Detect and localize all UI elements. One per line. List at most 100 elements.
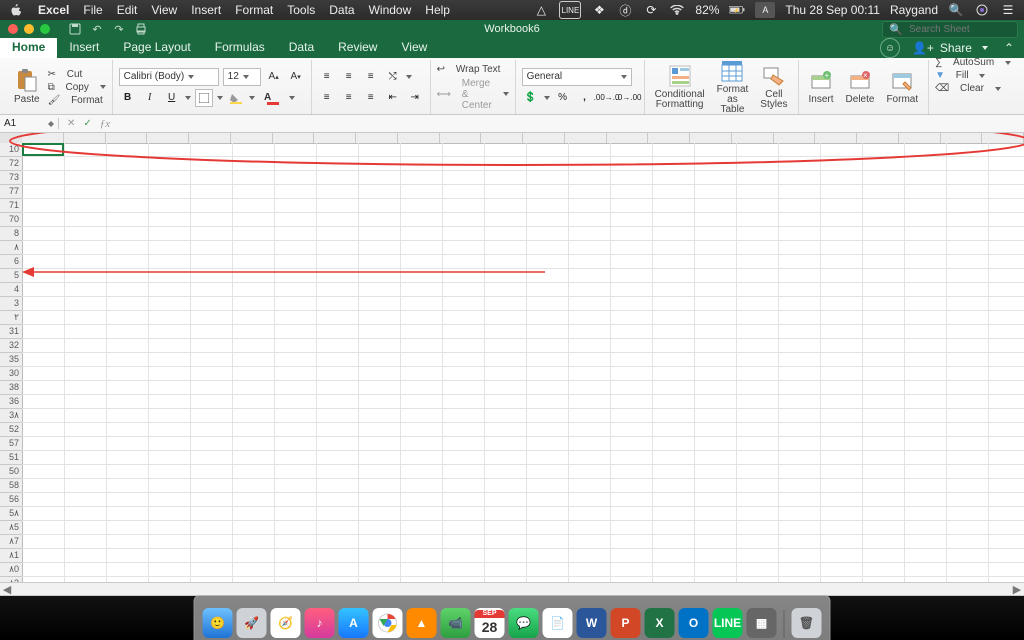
format-as-table-button[interactable]: Format as Table bbox=[713, 57, 753, 117]
currency-button[interactable]: 💲 bbox=[522, 89, 540, 107]
fx-icon[interactable]: ƒx bbox=[100, 118, 110, 130]
italic-button[interactable]: I bbox=[141, 89, 159, 107]
align-right-button[interactable]: ≡ bbox=[362, 89, 380, 107]
wifi-icon[interactable] bbox=[669, 2, 685, 18]
increase-decimal-button[interactable]: .00→.0 bbox=[598, 89, 616, 107]
search-sheet-box[interactable]: 🔍 bbox=[882, 21, 1018, 38]
border-caret[interactable] bbox=[217, 96, 223, 100]
dock-powerpoint[interactable]: P bbox=[611, 608, 641, 638]
share-button[interactable]: Share bbox=[940, 41, 972, 55]
clear-button[interactable]: ⌫ Clear bbox=[935, 83, 1011, 94]
bold-button[interactable]: B bbox=[119, 89, 137, 107]
dock-calendar[interactable]: SEP28 bbox=[475, 608, 505, 638]
autosum-button[interactable]: ∑ AutoSum bbox=[935, 57, 1011, 68]
font-size-dropdown[interactable]: 12 bbox=[223, 68, 261, 86]
tab-view[interactable]: View bbox=[389, 37, 439, 58]
menu-format[interactable]: Format bbox=[235, 3, 273, 17]
align-left-button[interactable]: ≡ bbox=[318, 89, 336, 107]
dock-finder[interactable]: 🙂 bbox=[203, 608, 233, 638]
lang-icon[interactable]: A bbox=[755, 2, 775, 18]
dock-itunes[interactable]: ♪ bbox=[305, 608, 335, 638]
scroll-right-icon[interactable]: ▶ bbox=[1010, 583, 1024, 596]
orientation-button[interactable]: ⤭ bbox=[384, 68, 402, 86]
merge-center-button[interactable]: ⟷ Merge & Center bbox=[437, 78, 509, 111]
qat-redo-icon[interactable]: ↷ bbox=[112, 22, 126, 36]
dock-notes[interactable]: 📄 bbox=[543, 608, 573, 638]
dock-safari[interactable]: 🧭 bbox=[271, 608, 301, 638]
menu-file[interactable]: File bbox=[83, 3, 102, 17]
siri-icon[interactable] bbox=[974, 2, 990, 18]
qat-print-icon[interactable] bbox=[134, 22, 148, 36]
align-middle-button[interactable]: ≡ bbox=[340, 68, 358, 86]
spotlight-icon[interactable]: 🔍 bbox=[948, 2, 964, 18]
dock-vlc[interactable]: ▲ bbox=[407, 608, 437, 638]
sync-icon[interactable]: ⟳ bbox=[643, 2, 659, 18]
accept-formula-icon[interactable]: ✓ bbox=[83, 118, 91, 129]
scroll-left-icon[interactable]: ◀ bbox=[0, 583, 14, 596]
window-zoom[interactable] bbox=[40, 24, 50, 34]
feedback-icon[interactable]: ☺ bbox=[880, 38, 900, 58]
dropbox-icon[interactable]: ❖ bbox=[591, 2, 607, 18]
cells-area[interactable] bbox=[22, 143, 1024, 582]
indent-increase-button[interactable]: ⇥ bbox=[406, 89, 424, 107]
align-bottom-button[interactable]: ≡ bbox=[362, 68, 380, 86]
horizontal-scrollbar[interactable]: ◀ ▶ bbox=[0, 582, 1024, 595]
menu-data[interactable]: Data bbox=[329, 3, 354, 17]
battery-icon[interactable]: ⚡ bbox=[729, 2, 745, 18]
underline-caret[interactable] bbox=[185, 96, 191, 100]
window-close[interactable] bbox=[8, 24, 18, 34]
cloud-icon[interactable]: △ bbox=[533, 2, 549, 18]
tab-page-layout[interactable]: Page Layout bbox=[111, 37, 202, 58]
font-name-dropdown[interactable]: Calibri (Body) bbox=[119, 68, 219, 86]
wrap-text-button[interactable]: ↩︎ Wrap Text bbox=[437, 64, 509, 75]
tab-home[interactable]: Home bbox=[0, 37, 57, 58]
clock-d-icon[interactable]: ⓓ bbox=[617, 2, 633, 18]
dock-excel[interactable]: X bbox=[645, 608, 675, 638]
notification-center-icon[interactable]: ☰ bbox=[1000, 2, 1016, 18]
dock-chrome[interactable] bbox=[373, 608, 403, 638]
paste-button[interactable]: Paste bbox=[10, 67, 44, 107]
menu-tools[interactable]: Tools bbox=[287, 3, 315, 17]
formula-input[interactable] bbox=[118, 118, 1024, 129]
cell-styles-button[interactable]: Cell Styles bbox=[756, 62, 791, 112]
search-sheet-input[interactable] bbox=[907, 23, 1011, 36]
dock-screenshot[interactable]: ▦ bbox=[747, 608, 777, 638]
number-format-dropdown[interactable]: General bbox=[522, 68, 632, 86]
window-minimize[interactable] bbox=[24, 24, 34, 34]
dock-messages[interactable]: 💬 bbox=[509, 608, 539, 638]
share-caret-icon[interactable] bbox=[982, 46, 988, 50]
dock-facetime[interactable]: 📹 bbox=[441, 608, 471, 638]
dock-line[interactable]: LINE bbox=[713, 608, 743, 638]
delete-cells-button[interactable]: ×Delete bbox=[842, 67, 879, 107]
percent-button[interactable]: % bbox=[554, 89, 572, 107]
name-box[interactable]: A1 bbox=[0, 118, 59, 129]
dock-appstore[interactable]: A bbox=[339, 608, 369, 638]
grow-font-button[interactable]: A▴ bbox=[265, 68, 283, 86]
fill-caret[interactable] bbox=[249, 96, 255, 100]
shrink-font-button[interactable]: A▾ bbox=[287, 68, 305, 86]
menu-view[interactable]: View bbox=[151, 3, 177, 17]
apple-icon[interactable] bbox=[8, 2, 24, 18]
tab-data[interactable]: Data bbox=[277, 37, 326, 58]
indent-decrease-button[interactable]: ⇤ bbox=[384, 89, 402, 107]
insert-cells-button[interactable]: +Insert bbox=[805, 67, 838, 107]
tab-review[interactable]: Review bbox=[326, 37, 389, 58]
tab-formulas[interactable]: Formulas bbox=[203, 37, 277, 58]
fill-button[interactable]: ▼ Fill bbox=[935, 70, 1011, 81]
conditional-formatting-button[interactable]: Conditional Formatting bbox=[651, 62, 709, 112]
cancel-formula-icon[interactable]: ✕ bbox=[67, 118, 75, 129]
format-cells-button[interactable]: Format bbox=[882, 67, 922, 107]
dock-outlook[interactable]: O bbox=[679, 608, 709, 638]
menu-insert[interactable]: Insert bbox=[191, 3, 221, 17]
comma-button[interactable]: , bbox=[576, 89, 594, 107]
decrease-decimal-button[interactable]: .0→.00 bbox=[620, 89, 638, 107]
qat-save-icon[interactable] bbox=[68, 22, 82, 36]
align-top-button[interactable]: ≡ bbox=[318, 68, 336, 86]
dock-word[interactable]: W bbox=[577, 608, 607, 638]
dock-launchpad[interactable]: 🚀 bbox=[237, 608, 267, 638]
menu-window[interactable]: Window bbox=[369, 3, 412, 17]
menu-edit[interactable]: Edit bbox=[117, 3, 138, 17]
dock-trash[interactable]: 🗑 bbox=[792, 608, 822, 638]
clock[interactable]: Thu 28 Sep 00:11 bbox=[785, 3, 880, 17]
cut-button[interactable]: ✂︎ Cut bbox=[48, 69, 106, 80]
